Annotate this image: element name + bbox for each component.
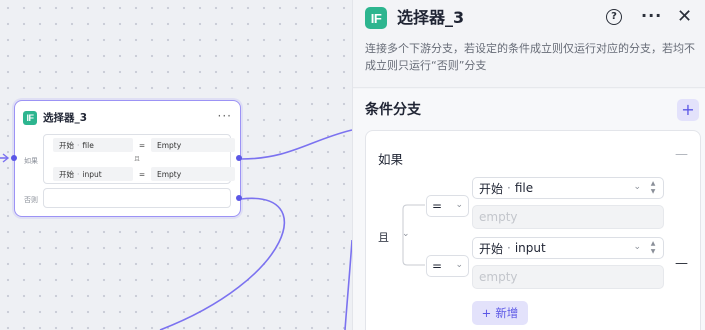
logic-operator-label[interactable]: 且 bbox=[378, 229, 389, 245]
value-input[interactable]: empty bbox=[472, 265, 664, 289]
panel-header: IF 选择器_3 ? ··· ✕ 连接多个下游分支，若设定的条件成立则仅运行对应… bbox=[353, 0, 705, 88]
variable-select[interactable]: 开始 · input ⌄ ▲ ▼ bbox=[472, 237, 664, 259]
add-condition-button[interactable]: + 新增 bbox=[472, 301, 528, 325]
node-title: 选择器_3 bbox=[43, 112, 88, 124]
operator-select[interactable]: = ⌄ bbox=[426, 255, 469, 277]
node-else-box bbox=[43, 188, 231, 208]
panel-title[interactable]: 选择器_3 bbox=[397, 7, 464, 29]
node-condition-operator: = bbox=[138, 169, 146, 179]
node-input-port[interactable] bbox=[11, 155, 17, 161]
chevron-down-icon: ⌄ bbox=[455, 260, 463, 270]
node-condition-value: Empty bbox=[151, 138, 235, 152]
node-more-icon[interactable]: ··· bbox=[218, 109, 232, 123]
node-header: IF 选择器_3 ··· bbox=[23, 109, 232, 126]
node-condition-variable: 开始 · input bbox=[53, 167, 133, 181]
if-output-port[interactable] bbox=[236, 155, 242, 161]
help-icon[interactable]: ? bbox=[606, 9, 622, 25]
node-else-label: 否则 bbox=[24, 196, 38, 204]
close-icon[interactable]: ✕ bbox=[677, 6, 692, 28]
chevron-down-icon: ⌄ bbox=[633, 182, 641, 192]
section-title: 条件分支 bbox=[365, 102, 421, 118]
else-branch-edge[interactable] bbox=[159, 197, 286, 330]
node-if-label: 如果 bbox=[24, 157, 38, 165]
remove-condition-icon[interactable]: — bbox=[675, 256, 688, 271]
add-case-button[interactable]: + bbox=[677, 99, 699, 121]
node-condition-variable: 开始 · file bbox=[53, 138, 133, 152]
panel-description[interactable]: 连接多个下游分支，若设定的条件成立则仅运行对应的分支，若均不成立则只运行“否则”… bbox=[365, 40, 701, 74]
node-condition-value: Empty bbox=[151, 167, 235, 181]
variable-select[interactable]: 开始 · file ⌄ ▲ ▼ bbox=[472, 177, 664, 199]
node-condition-row: 开始 · input = Empty bbox=[53, 167, 235, 181]
node-condition-row: 开始 · file = Empty bbox=[53, 138, 235, 152]
node-condition-box: 开始 · file = Empty 且 开始 · input = Empty bbox=[43, 134, 235, 184]
else-output-port[interactable] bbox=[236, 195, 242, 201]
if-node-icon: IF bbox=[365, 7, 387, 29]
operator-select[interactable]: = ⌄ bbox=[426, 195, 469, 217]
case-card: 如果 — 且 ⌄ = ⌄ 开始 · file ⌄ ▲ ▼ empty = ⌄ 开… bbox=[365, 130, 701, 330]
if-node-icon: IF bbox=[23, 110, 37, 125]
chevron-down-icon: ⌄ bbox=[455, 200, 463, 210]
selector-node[interactable]: IF 选择器_3 ··· 如果 开始 · file = Empty 且 开始 ·… bbox=[11, 100, 242, 217]
spinner-icon[interactable]: ▲ ▼ bbox=[647, 240, 659, 256]
chevron-down-icon: ⌄ bbox=[633, 242, 641, 252]
node-condition-operator: = bbox=[138, 140, 146, 150]
plus-icon: + bbox=[481, 306, 492, 320]
node-logic-label: 且 bbox=[133, 156, 140, 163]
value-input[interactable]: empty bbox=[472, 205, 664, 229]
spinner-icon[interactable]: ▲ ▼ bbox=[647, 180, 659, 196]
chevron-down-icon[interactable]: ⌄ bbox=[402, 229, 410, 239]
if-branch-edge[interactable] bbox=[240, 129, 353, 160]
case-if-label: 如果 bbox=[378, 152, 404, 167]
panel-body: 条件分支 + 如果 — 且 ⌄ = ⌄ 开始 · file ⌄ ▲ ▼ empty bbox=[353, 89, 705, 330]
more-icon[interactable]: ··· bbox=[641, 6, 662, 26]
add-condition-label: 新增 bbox=[495, 306, 519, 320]
hidden-edge bbox=[344, 239, 353, 330]
node-config-panel: IF 选择器_3 ? ··· ✕ 连接多个下游分支，若设定的条件成立则仅运行对应… bbox=[352, 0, 705, 330]
collapse-case-icon[interactable]: — bbox=[675, 147, 688, 162]
